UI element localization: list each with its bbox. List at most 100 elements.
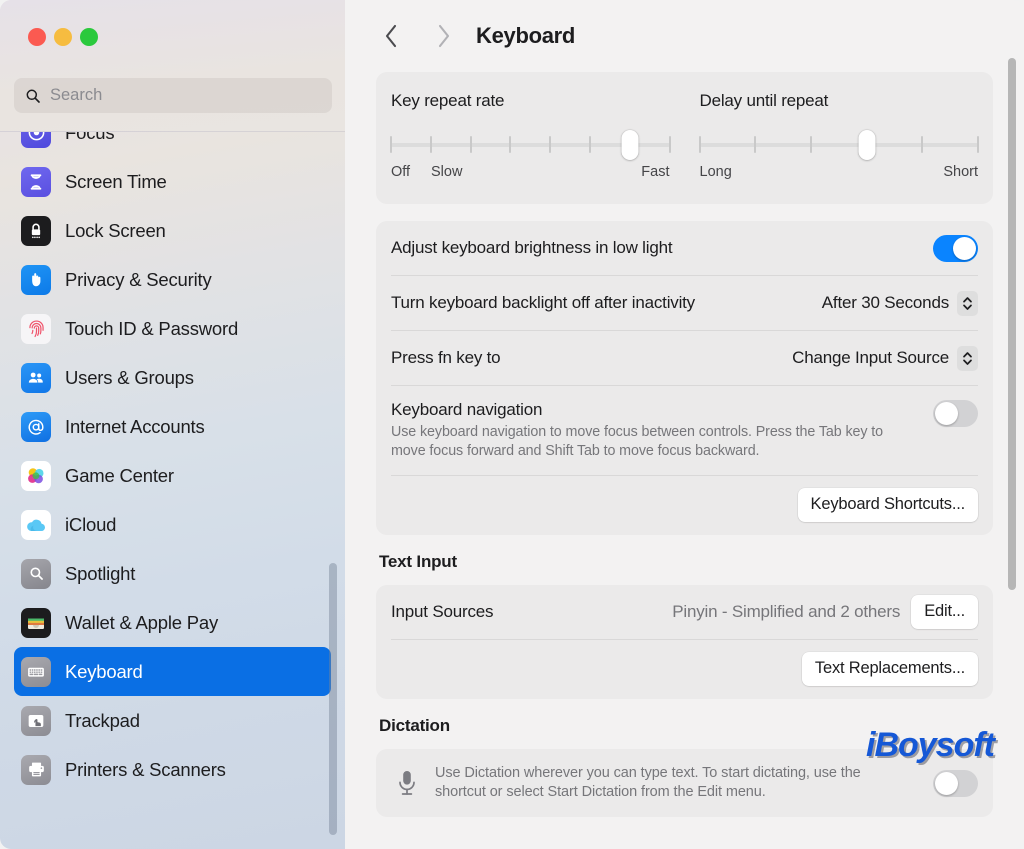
sidebar-item-touch-id[interactable]: Touch ID & Password — [14, 304, 331, 353]
dictation-row: Use Dictation wherever you can type text… — [391, 749, 978, 817]
backlight-off-row: Turn keyboard backlight off after inacti… — [391, 276, 978, 331]
sidebar-item-spotlight[interactable]: Spotlight — [14, 549, 331, 598]
keyboard-navigation-text: Keyboard navigation Use keyboard navigat… — [391, 400, 933, 461]
press-fn-popup-button[interactable]: Change Input Source — [792, 345, 978, 371]
slider-label-fast: Fast — [641, 164, 670, 180]
keyboard-icon — [21, 656, 51, 687]
search-icon — [24, 87, 42, 105]
search-field[interactable] — [14, 78, 332, 113]
sidebar-item-label: iCloud — [65, 513, 117, 535]
sidebar-item-printers-scanners[interactable]: Printers & Scanners — [14, 745, 331, 794]
adjust-brightness-row: Adjust keyboard brightness in low light — [391, 221, 978, 276]
lock-icon — [21, 215, 51, 246]
keyboard-shortcuts-row: Keyboard Shortcuts... — [391, 476, 978, 535]
key-repeat-rate-title: Key repeat rate — [391, 91, 505, 110]
slider-ticks — [698, 136, 979, 154]
toggle-knob — [953, 236, 976, 260]
search-input[interactable] — [50, 86, 322, 105]
adjust-brightness-toggle[interactable] — [933, 234, 978, 262]
sidebar-item-screen-time[interactable]: Screen Time — [14, 157, 331, 206]
text-replacements-row: Text Replacements... — [391, 640, 978, 699]
key-repeat-rate-labels: Off Slow Fast — [391, 164, 670, 184]
text-replacements-button[interactable]: Text Replacements... — [801, 652, 978, 686]
dictation-toggle[interactable] — [933, 769, 978, 797]
input-sources-value: Pinyin - Simplified and 2 others — [672, 602, 901, 621]
slider-label-long: Long — [699, 164, 732, 180]
keyboard-navigation-toggle[interactable] — [933, 400, 978, 427]
sidebar-item-internet-accounts[interactable]: Internet Accounts — [14, 402, 331, 451]
settings-content: Key repeat rate Off Slow Fast Delay unti… — [345, 72, 1024, 849]
chevron-right-icon[interactable] — [428, 21, 458, 51]
sidebar-item-label: Touch ID & Password — [65, 317, 239, 339]
sidebar-item-label: Internet Accounts — [65, 415, 205, 437]
sidebar-item-label: Screen Time — [65, 170, 167, 192]
delay-until-repeat-slider[interactable] — [698, 130, 979, 160]
toggle-knob — [935, 771, 958, 795]
printer-icon — [21, 754, 51, 785]
text-input-card: Input Sources Pinyin - Simplified and 2 … — [376, 585, 993, 699]
key-repeat-rate-slider[interactable] — [390, 130, 671, 160]
input-sources-row: Input Sources Pinyin - Simplified and 2 … — [391, 585, 978, 640]
sidebar-item-label: Privacy & Security — [65, 268, 212, 290]
hand-icon — [21, 264, 51, 295]
game-center-icon — [21, 460, 51, 491]
sidebar-item-privacy-security[interactable]: Privacy & Security — [14, 255, 331, 304]
main-scrollbar[interactable] — [1008, 58, 1016, 590]
fingerprint-icon — [21, 313, 51, 344]
sidebar-item-users-groups[interactable]: Users & Groups — [14, 353, 331, 402]
sidebar-item-wallet-apple-pay[interactable]: Wallet & Apple Pay — [14, 598, 331, 647]
keyboard-navigation-title: Keyboard navigation — [391, 400, 543, 419]
delay-until-repeat-thumb[interactable] — [858, 130, 876, 160]
text-input-section-title: Text Input — [379, 552, 457, 571]
keyboard-navigation-row: Keyboard navigation Use keyboard navigat… — [391, 386, 978, 476]
edit-input-sources-button[interactable]: Edit... — [911, 595, 978, 629]
dictation-card: Use Dictation wherever you can type text… — [376, 749, 993, 817]
sidebar-item-label: Game Center — [65, 464, 174, 486]
sidebar: Focus Screen Time Lock Screen Privacy & … — [0, 0, 345, 849]
delay-until-repeat-title: Delay until repeat — [699, 91, 829, 110]
sidebar-scrollbar[interactable] — [329, 563, 337, 835]
toggle-knob — [935, 402, 958, 425]
page-title: Keyboard — [476, 23, 576, 48]
sidebar-item-keyboard[interactable]: Keyboard — [14, 647, 331, 696]
sidebar-item-trackpad[interactable]: Trackpad — [14, 696, 331, 745]
press-fn-label: Press fn key to — [391, 348, 501, 367]
press-fn-row: Press fn key to Change Input Source — [391, 331, 978, 386]
chevron-up-down-icon — [957, 290, 978, 316]
screen-time-icon — [21, 166, 51, 197]
backlight-off-popup-button[interactable]: After 30 Seconds — [821, 290, 978, 316]
system-settings-window: Focus Screen Time Lock Screen Privacy & … — [0, 0, 1024, 849]
input-sources-label: Input Sources — [391, 602, 494, 621]
keyboard-navigation-description: Use keyboard navigation to move focus be… — [391, 424, 884, 459]
sidebar-item-label: Lock Screen — [65, 219, 166, 241]
cloud-icon — [21, 509, 51, 540]
zoom-button[interactable] — [80, 28, 98, 46]
close-button[interactable] — [28, 28, 46, 46]
sidebar-item-label: Wallet & Apple Pay — [65, 611, 219, 633]
main-panel: Keyboard Key repeat rate Off Slow Fast D… — [345, 0, 1024, 849]
keyboard-shortcuts-button[interactable]: Keyboard Shortcuts... — [797, 488, 978, 522]
backlight-off-value: After 30 Seconds — [821, 293, 949, 312]
adjust-brightness-label: Adjust keyboard brightness in low light — [391, 238, 673, 257]
sidebar-item-label: Keyboard — [65, 660, 143, 682]
slider-label-short: Short — [943, 164, 978, 180]
chevron-left-icon[interactable] — [376, 21, 406, 51]
keyboard-options-card: Adjust keyboard brightness in low light … — [376, 221, 993, 535]
main-header: Keyboard — [345, 0, 1024, 72]
trackpad-icon — [21, 705, 51, 736]
sidebar-item-icloud[interactable]: iCloud — [14, 500, 331, 549]
sidebar-item-label: Printers & Scanners — [65, 758, 226, 780]
sidebar-item-game-center[interactable]: Game Center — [14, 451, 331, 500]
sidebar-item-label: Users & Groups — [65, 366, 194, 388]
spotlight-icon — [21, 558, 51, 589]
key-repeat-rate-thumb[interactable] — [621, 130, 639, 160]
sidebar-item-lock-screen[interactable]: Lock Screen — [14, 206, 331, 255]
delay-until-repeat-group: Delay until repeat Long Short — [684, 91, 979, 184]
sidebar-item-list: Focus Screen Time Lock Screen Privacy & … — [0, 108, 345, 794]
dictation-description: Use Dictation wherever you can type text… — [435, 765, 861, 800]
sidebar-item-label: Trackpad — [65, 709, 140, 731]
backlight-off-label: Turn keyboard backlight off after inacti… — [391, 293, 695, 312]
at-sign-icon — [21, 411, 51, 442]
sidebar-item-label: Spotlight — [65, 562, 136, 584]
minimize-button[interactable] — [54, 28, 72, 46]
